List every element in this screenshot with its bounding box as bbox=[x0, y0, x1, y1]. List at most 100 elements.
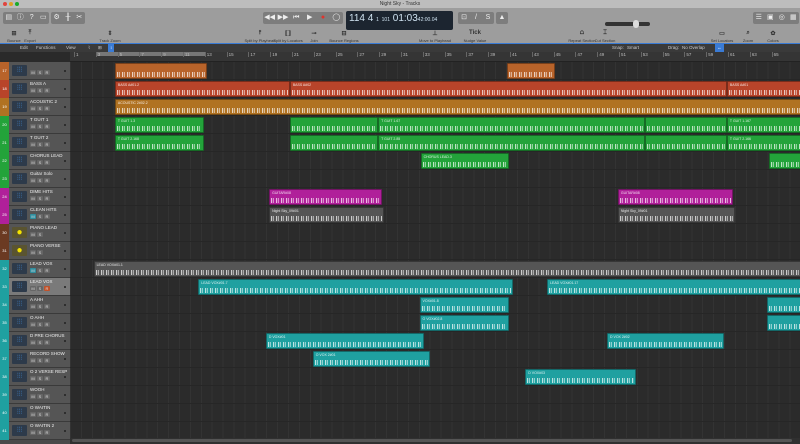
mixer-icon[interactable]: ╫ bbox=[62, 12, 73, 24]
solo-button[interactable]: S bbox=[37, 376, 43, 381]
record-enable-button[interactable]: R bbox=[44, 286, 50, 291]
audio-region[interactable]: BASS A#01.2 bbox=[114, 81, 290, 97]
track-name[interactable]: A AHH bbox=[30, 297, 43, 302]
toolbar-cut-section[interactable]: ⌶ Cut Section bbox=[585, 30, 625, 43]
minimize-button[interactable] bbox=[9, 2, 13, 6]
record-enable-button[interactable]: R bbox=[44, 214, 50, 219]
master-volume-slider[interactable] bbox=[605, 20, 650, 28]
solo-button[interactable]: S bbox=[37, 358, 43, 363]
mute-button[interactable]: M bbox=[30, 340, 36, 345]
track-name[interactable]: PIANO LEAD bbox=[30, 225, 57, 230]
track-name[interactable]: CHORUS LEAD bbox=[30, 153, 63, 158]
mute-button[interactable]: M bbox=[30, 268, 36, 273]
audio-region[interactable] bbox=[645, 135, 727, 151]
gear-icon[interactable]: ⚙ bbox=[51, 12, 62, 24]
toolbar-move-to-playhead[interactable]: ⊥ Move to Playhead bbox=[415, 30, 455, 43]
track-lane[interactable]: LEAD VOX#01.1 bbox=[70, 260, 800, 278]
track-lane[interactable]: BASS A#01.2 BASS A#02 BASS A#01 bbox=[70, 80, 800, 98]
track-lane[interactable]: T GUIT 2.168 T GUIT 2.85 T GUIT 2.166 bbox=[70, 134, 800, 152]
help-icon[interactable]: ? bbox=[26, 12, 38, 24]
audio-region[interactable] bbox=[289, 117, 379, 133]
track-name[interactable]: CLEAN HITS bbox=[30, 207, 57, 212]
replace-icon[interactable]: ⊡ bbox=[458, 12, 470, 24]
audio-region[interactable]: T GUIT 1.167 bbox=[726, 117, 800, 133]
toolbar-track-zoom[interactable]: ⇕ Track Zoom bbox=[90, 30, 130, 43]
record-enable-button[interactable]: R bbox=[44, 124, 50, 129]
audio-region[interactable]: T GUIT 1.67 bbox=[378, 117, 646, 133]
track-header[interactable]: 18 ⫶⫶⫶ BASS A MSR bbox=[0, 80, 70, 98]
track-lane[interactable] bbox=[70, 170, 800, 188]
track-name[interactable]: LEAD VOX bbox=[30, 279, 53, 284]
track-lane[interactable]: T GUIT 1.3 T GUIT 1.67 T GUIT 1.167 bbox=[70, 116, 800, 134]
track-header[interactable]: 30 ● PIANO LEAD M S bbox=[0, 224, 70, 242]
automation-icon[interactable]: ⌇ bbox=[88, 44, 90, 52]
solo-button[interactable]: S bbox=[37, 160, 43, 165]
track-header[interactable]: 34 ⫶⫶⫶ A AHH M S R bbox=[0, 296, 70, 314]
audio-region[interactable] bbox=[645, 117, 727, 133]
waveform-zoom-icon[interactable]: ↔ bbox=[715, 44, 724, 52]
go-to-start-icon[interactable]: ⏮ bbox=[290, 12, 302, 24]
track-lane[interactable]: GUITAR#08 GUITAR#08 bbox=[70, 188, 800, 206]
track-name[interactable]: O 2 VERSE RESP bbox=[30, 369, 67, 374]
track-name[interactable]: DIME HITS bbox=[30, 189, 53, 194]
audio-region[interactable]: ACOUSTIC 2#02.2 bbox=[114, 99, 800, 115]
solo-button[interactable]: S bbox=[37, 232, 43, 237]
audio-region[interactable]: LEAD VOX#01.7 bbox=[198, 279, 514, 295]
library-icon[interactable]: ▤ bbox=[3, 12, 15, 24]
audio-region[interactable]: VOX#01.8 bbox=[419, 297, 509, 313]
solo-button[interactable]: S bbox=[37, 88, 43, 93]
audio-region[interactable]: T GUIT 2.166 bbox=[726, 135, 800, 151]
toolbar-icon[interactable]: ▭ bbox=[38, 12, 50, 24]
record-enable-button[interactable]: R bbox=[44, 88, 50, 93]
solo-button[interactable]: S bbox=[37, 70, 43, 75]
mute-button[interactable]: M bbox=[30, 430, 36, 435]
record-enable-button[interactable]: R bbox=[44, 430, 50, 435]
solo-button[interactable]: S bbox=[37, 214, 43, 219]
mute-button[interactable]: M bbox=[30, 412, 36, 417]
cycle-icon[interactable]: ◯ bbox=[330, 12, 342, 24]
mute-button[interactable]: M bbox=[30, 196, 36, 201]
track-name[interactable]: O WAITIN 2 bbox=[30, 423, 54, 428]
audio-region[interactable]: T GUIT 2.168 bbox=[114, 135, 204, 151]
track-header[interactable]: 22 ⫶⫶⫶ CHORUS LEAD M S R bbox=[0, 152, 70, 170]
track-lane[interactable]: D VOX#03 bbox=[70, 368, 800, 386]
audio-region[interactable]: BASS A#01 bbox=[726, 81, 800, 97]
audio-region[interactable] bbox=[769, 153, 800, 169]
audio-region[interactable]: D VOX#03 bbox=[525, 369, 637, 385]
mute-button[interactable]: M bbox=[30, 178, 36, 183]
solo-button[interactable]: S bbox=[37, 286, 43, 291]
track-header[interactable]: 20 ⫶⫶⫶ T GUIT 1 MSR bbox=[0, 116, 70, 134]
record-enable-button[interactable]: R bbox=[44, 412, 50, 417]
track-lane[interactable]: LEAD VOX#01.7 LEAD VOX#01.17 bbox=[70, 278, 800, 296]
record-enable-button[interactable]: R bbox=[44, 268, 50, 273]
record-enable-button[interactable]: R bbox=[44, 142, 50, 147]
mute-button[interactable]: M bbox=[30, 394, 36, 399]
track-header[interactable]: 17 ⫶⫶⫶ M S R bbox=[0, 62, 70, 80]
mute-button[interactable]: M bbox=[30, 304, 36, 309]
track-name[interactable]: D PRE CHORUS bbox=[30, 333, 65, 338]
track-name[interactable]: WOOH bbox=[30, 387, 45, 392]
mute-button[interactable]: M bbox=[30, 358, 36, 363]
audio-region[interactable]: GUITAR#08 bbox=[617, 189, 734, 205]
record-enable-button[interactable]: R bbox=[44, 304, 50, 309]
audio-region[interactable]: BASS A#02 bbox=[289, 81, 727, 97]
track-name[interactable]: O AHH bbox=[30, 315, 44, 320]
track-header[interactable]: 39 ⫶⫶⫶ WOOH M S R bbox=[0, 386, 70, 404]
track-lane[interactable]: D VOX#01 D VOX 2#02 bbox=[70, 332, 800, 350]
solo-button[interactable]: S bbox=[37, 142, 43, 147]
mute-button[interactable]: M bbox=[30, 124, 36, 129]
track-name[interactable]: Guitar Solo bbox=[30, 171, 53, 176]
track-header[interactable]: 36 ⫶⫶⫶ D PRE CHORUS M S R bbox=[0, 332, 70, 350]
solo-button[interactable]: S bbox=[37, 394, 43, 399]
browser-icon[interactable]: ▦ bbox=[788, 12, 800, 24]
solo-button[interactable]: S bbox=[37, 340, 43, 345]
list-icon[interactable]: ☰ bbox=[753, 12, 765, 24]
record-enable-button[interactable]: R bbox=[44, 106, 50, 111]
audio-region[interactable]: GUITAR#08 bbox=[269, 189, 383, 205]
audio-region[interactable]: T GUIT 2.85 bbox=[378, 135, 646, 151]
track-name[interactable]: BASS A bbox=[30, 81, 46, 86]
audio-region[interactable]: CHORUS LEAD.3 bbox=[420, 153, 509, 169]
track-header[interactable]: 31 ● PIANO VERSE M S bbox=[0, 242, 70, 260]
audio-region[interactable]: LEAD VOX#01.17 bbox=[547, 279, 800, 295]
track-header[interactable]: 33 ⫶⫶⫶ LEAD VOX M S R bbox=[0, 278, 70, 296]
